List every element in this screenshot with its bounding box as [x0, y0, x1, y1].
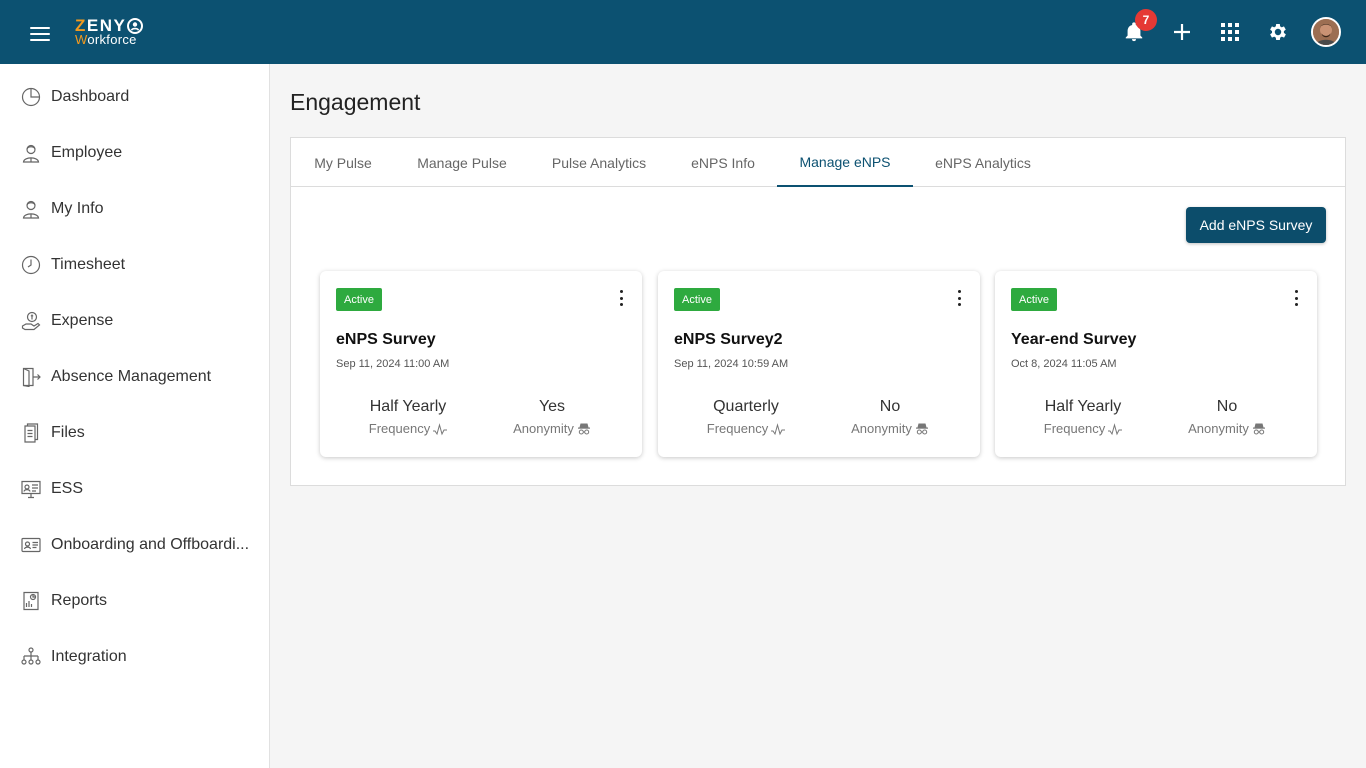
- report-icon: [20, 590, 42, 612]
- survey-name: eNPS Survey2: [674, 331, 783, 348]
- person-icon: [20, 142, 42, 164]
- sidebar-item-ess[interactable]: ESS: [0, 461, 269, 517]
- sidebar-item-integration[interactable]: Integration: [0, 629, 269, 685]
- sidebar-item-expense[interactable]: Expense: [0, 293, 269, 349]
- sidebar-nav: Dashboard Employee My Info Timesheet Exp…: [0, 64, 270, 768]
- clock-icon: [20, 254, 42, 276]
- anonymity-stat: No Anonymity: [820, 397, 960, 438]
- exit-door-icon: [20, 366, 42, 388]
- tab-manage-pulse[interactable]: Manage Pulse: [395, 138, 529, 187]
- survey-date: Sep 11, 2024 10:59 AM: [674, 358, 789, 370]
- pulse-wave-icon: [1108, 423, 1123, 436]
- sidebar-item-timesheet[interactable]: Timesheet: [0, 237, 269, 293]
- engagement-panel: My Pulse Manage Pulse Pulse Analytics eN…: [290, 137, 1346, 486]
- survey-date: Oct 8, 2024 11:05 AM: [1011, 358, 1117, 370]
- apps-grid-icon[interactable]: [1216, 18, 1244, 46]
- incognito-icon: [915, 423, 928, 435]
- money-hand-icon: [20, 310, 42, 332]
- incognito-icon: [577, 423, 590, 435]
- notification-count-badge: 7: [1135, 9, 1157, 31]
- sidebar-item-files[interactable]: Files: [0, 405, 269, 461]
- more-options-icon[interactable]: [618, 290, 624, 306]
- frequency-label: Frequency: [1043, 421, 1106, 436]
- user-avatar[interactable]: [1311, 17, 1341, 47]
- survey-card[interactable]: Active eNPS Survey2 Sep 11, 2024 10:59 A…: [658, 271, 980, 457]
- settings-gear-icon[interactable]: [1264, 18, 1292, 46]
- frequency-stat: Half Yearly Frequency: [1013, 397, 1153, 438]
- survey-name: eNPS Survey: [336, 331, 436, 348]
- frequency-value: Half Yearly: [1044, 398, 1122, 415]
- pulse-wave-icon: [433, 423, 448, 436]
- tab-enps-analytics[interactable]: eNPS Analytics: [913, 138, 1053, 187]
- anonymity-value: No: [879, 398, 901, 415]
- sidebar-item-label: Expense: [51, 312, 114, 329]
- logo-subtitle: Workforce: [75, 32, 137, 47]
- more-options-icon[interactable]: [956, 290, 962, 306]
- frequency-stat: Half Yearly Frequency: [338, 397, 478, 438]
- sidebar-item-employee[interactable]: Employee: [0, 125, 269, 181]
- id-card-icon: [20, 534, 42, 556]
- anonymity-stat: No Anonymity: [1157, 397, 1297, 438]
- hierarchy-icon: [20, 646, 42, 668]
- frequency-stat: Quarterly Frequency: [676, 397, 816, 438]
- frequency-value: Quarterly: [713, 398, 779, 415]
- sidebar-item-label: Timesheet: [51, 256, 126, 273]
- pie-chart-icon: [20, 86, 42, 108]
- top-bar: ZENY Workforce 7: [0, 0, 1366, 64]
- anonymity-stat: Yes Anonymity: [482, 397, 622, 438]
- survey-name: Year-end Survey: [1011, 331, 1137, 348]
- status-badge: Active: [1011, 288, 1057, 311]
- tab-bar: My Pulse Manage Pulse Pulse Analytics eN…: [291, 138, 1345, 187]
- incognito-icon: [1252, 423, 1265, 435]
- status-badge: Active: [336, 288, 382, 311]
- tab-manage-enps[interactable]: Manage eNPS: [777, 138, 913, 187]
- person-icon: [20, 198, 42, 220]
- frequency-label: Frequency: [706, 421, 769, 436]
- anonymity-label: Anonymity: [851, 421, 912, 436]
- status-badge: Active: [674, 288, 720, 311]
- add-plus-icon[interactable]: [1168, 18, 1196, 46]
- frequency-value: Half Yearly: [369, 398, 447, 415]
- sidebar-item-label: Dashboard: [51, 88, 130, 105]
- frequency-label: Frequency: [368, 421, 431, 436]
- sidebar-item-absence-management[interactable]: Absence Management: [0, 349, 269, 405]
- survey-card[interactable]: Active Year-end Survey Oct 8, 2024 11:05…: [995, 271, 1317, 457]
- sidebar-item-label: Reports: [51, 592, 108, 609]
- page-title: Engagement: [290, 89, 421, 115]
- sidebar-item-label: Absence Management: [51, 368, 212, 385]
- sidebar-item-label: My Info: [51, 200, 104, 217]
- pulse-wave-icon: [771, 423, 786, 436]
- anonymity-label: Anonymity: [1188, 421, 1249, 436]
- sidebar-item-label: Integration: [51, 648, 127, 665]
- survey-date: Sep 11, 2024 11:00 AM: [336, 358, 450, 370]
- more-options-icon[interactable]: [1293, 290, 1299, 306]
- sidebar-item-label: Files: [51, 424, 85, 441]
- anonymity-value: No: [1216, 398, 1238, 415]
- monitor-icon: [20, 478, 42, 500]
- survey-card[interactable]: Active eNPS Survey Sep 11, 2024 11:00 AM…: [320, 271, 642, 457]
- anonymity-label: Anonymity: [513, 421, 574, 436]
- add-enps-survey-button[interactable]: Add eNPS Survey: [1186, 207, 1326, 243]
- tab-enps-info[interactable]: eNPS Info: [669, 138, 777, 187]
- sidebar-item-label: Onboarding and Offboardi...: [51, 536, 250, 553]
- file-icon: [20, 422, 42, 444]
- sidebar-item-my-info[interactable]: My Info: [0, 181, 269, 237]
- sidebar-item-label: ESS: [51, 480, 84, 497]
- anonymity-value: Yes: [538, 398, 566, 415]
- tab-pulse-analytics[interactable]: Pulse Analytics: [529, 138, 669, 187]
- sidebar-item-label: Employee: [51, 144, 123, 161]
- sidebar-item-dashboard[interactable]: Dashboard: [0, 69, 269, 125]
- sidebar-item-reports[interactable]: Reports: [0, 573, 269, 629]
- app-logo[interactable]: ZENY Workforce: [75, 17, 155, 49]
- sidebar-item-onboarding[interactable]: Onboarding and Offboardi...: [0, 517, 269, 573]
- hamburger-menu-icon[interactable]: [30, 27, 50, 41]
- tab-my-pulse[interactable]: My Pulse: [291, 138, 395, 187]
